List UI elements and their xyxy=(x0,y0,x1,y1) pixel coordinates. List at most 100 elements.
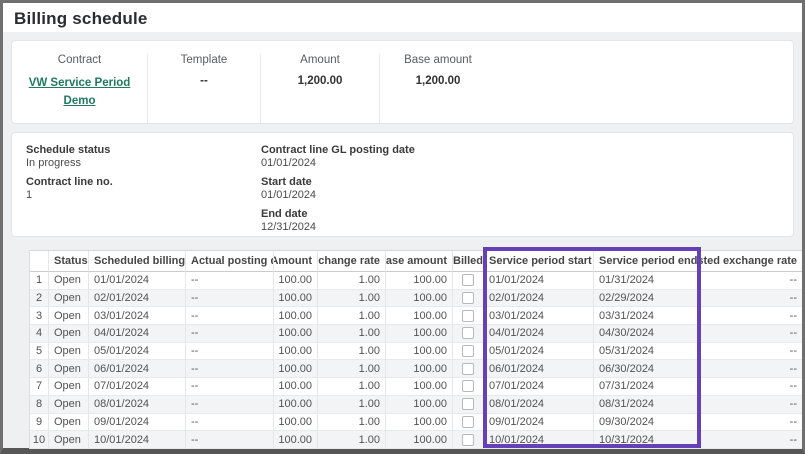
service-period-end-date-cell[interactable]: 01/31/2024 xyxy=(594,272,701,290)
status-cell[interactable]: Open xyxy=(49,431,89,449)
billed-checkbox[interactable] xyxy=(462,434,474,446)
amount-cell[interactable]: 100.00 xyxy=(274,360,318,378)
column-header-exchange-rate[interactable]: Exchange rate xyxy=(318,251,386,272)
row-number-cell[interactable]: 2 xyxy=(30,290,49,308)
status-cell[interactable]: Open xyxy=(49,272,89,290)
actual-posting-date-cell[interactable]: -- xyxy=(186,378,274,396)
base-amount-cell[interactable]: 100.00 xyxy=(386,325,453,343)
base-amount-cell[interactable]: 100.00 xyxy=(386,396,453,414)
actual-posting-date-cell[interactable]: -- xyxy=(186,396,274,414)
scheduled-billing-date-cell[interactable]: 10/01/2024 xyxy=(89,431,186,449)
amount-cell[interactable]: 100.00 xyxy=(274,343,318,361)
column-header-scheduled-billing-date[interactable]: Scheduled billing date xyxy=(89,251,186,272)
column-header-base-amount[interactable]: Base amount xyxy=(386,251,453,272)
status-cell[interactable]: Open xyxy=(49,290,89,308)
exchange-rate-cell[interactable]: 1.00 xyxy=(318,325,386,343)
posted-exchange-rate-cell[interactable]: -- xyxy=(701,360,802,378)
exchange-rate-cell[interactable]: 1.00 xyxy=(318,272,386,290)
base-amount-cell[interactable]: 100.00 xyxy=(386,307,453,325)
service-period-start-date-cell[interactable]: 10/01/2024 xyxy=(484,431,594,449)
billed-checkbox[interactable] xyxy=(462,416,474,428)
actual-posting-date-cell[interactable]: -- xyxy=(186,272,274,290)
row-number-cell[interactable]: 5 xyxy=(30,343,49,361)
exchange-rate-cell[interactable]: 1.00 xyxy=(318,307,386,325)
service-period-end-date-cell[interactable]: 09/30/2024 xyxy=(594,414,701,432)
scheduled-billing-date-cell[interactable]: 04/01/2024 xyxy=(89,325,186,343)
status-cell[interactable]: Open xyxy=(49,414,89,432)
status-cell[interactable]: Open xyxy=(49,343,89,361)
posted-exchange-rate-cell[interactable]: -- xyxy=(701,431,802,449)
base-amount-cell[interactable]: 100.00 xyxy=(386,414,453,432)
actual-posting-date-cell[interactable]: -- xyxy=(186,343,274,361)
base-amount-cell[interactable]: 100.00 xyxy=(386,343,453,361)
row-number-cell[interactable]: 10 xyxy=(30,431,49,449)
row-number-cell[interactable]: 1 xyxy=(30,272,49,290)
scheduled-billing-date-cell[interactable]: 09/01/2024 xyxy=(89,414,186,432)
scheduled-billing-date-cell[interactable]: 05/01/2024 xyxy=(89,343,186,361)
amount-cell[interactable]: 100.00 xyxy=(274,290,318,308)
scheduled-billing-date-cell[interactable]: 03/01/2024 xyxy=(89,307,186,325)
service-period-end-date-cell[interactable]: 02/29/2024 xyxy=(594,290,701,308)
amount-cell[interactable]: 100.00 xyxy=(274,307,318,325)
service-period-start-date-cell[interactable]: 06/01/2024 xyxy=(484,360,594,378)
status-cell[interactable]: Open xyxy=(49,325,89,343)
scheduled-billing-date-cell[interactable]: 01/01/2024 xyxy=(89,272,186,290)
exchange-rate-cell[interactable]: 1.00 xyxy=(318,414,386,432)
row-number-cell[interactable]: 6 xyxy=(30,360,49,378)
amount-cell[interactable]: 100.00 xyxy=(274,378,318,396)
base-amount-cell[interactable]: 100.00 xyxy=(386,290,453,308)
service-period-start-date-cell[interactable]: 02/01/2024 xyxy=(484,290,594,308)
scheduled-billing-date-cell[interactable]: 02/01/2024 xyxy=(89,290,186,308)
amount-cell[interactable]: 100.00 xyxy=(274,396,318,414)
scheduled-billing-date-cell[interactable]: 08/01/2024 xyxy=(89,396,186,414)
billed-checkbox[interactable] xyxy=(462,274,474,286)
row-number-cell[interactable]: 4 xyxy=(30,325,49,343)
base-amount-cell[interactable]: 100.00 xyxy=(386,378,453,396)
status-cell[interactable]: Open xyxy=(49,378,89,396)
base-amount-cell[interactable]: 100.00 xyxy=(386,360,453,378)
actual-posting-date-cell[interactable]: -- xyxy=(186,431,274,449)
column-header-billed[interactable]: Billed xyxy=(453,251,484,272)
row-number-cell[interactable]: 9 xyxy=(30,414,49,432)
status-cell[interactable]: Open xyxy=(49,307,89,325)
service-period-start-date-cell[interactable]: 01/01/2024 xyxy=(484,272,594,290)
service-period-start-date-cell[interactable]: 04/01/2024 xyxy=(484,325,594,343)
exchange-rate-cell[interactable]: 1.00 xyxy=(318,360,386,378)
service-period-start-date-cell[interactable]: 05/01/2024 xyxy=(484,343,594,361)
posted-exchange-rate-cell[interactable]: -- xyxy=(701,307,802,325)
base-amount-cell[interactable]: 100.00 xyxy=(386,431,453,449)
row-number-cell[interactable]: 7 xyxy=(30,378,49,396)
actual-posting-date-cell[interactable]: -- xyxy=(186,325,274,343)
base-amount-cell[interactable]: 100.00 xyxy=(386,272,453,290)
exchange-rate-cell[interactable]: 1.00 xyxy=(318,431,386,449)
service-period-end-date-cell[interactable]: 04/30/2024 xyxy=(594,325,701,343)
column-header-posted-exchange-rate[interactable]: Posted exchange rate xyxy=(701,251,802,272)
column-header-service-period-end-date[interactable]: Service period end date xyxy=(594,251,701,272)
service-period-end-date-cell[interactable]: 03/31/2024 xyxy=(594,307,701,325)
posted-exchange-rate-cell[interactable]: -- xyxy=(701,378,802,396)
posted-exchange-rate-cell[interactable]: -- xyxy=(701,325,802,343)
service-period-end-date-cell[interactable]: 08/31/2024 xyxy=(594,396,701,414)
billed-checkbox[interactable] xyxy=(462,380,474,392)
scheduled-billing-date-cell[interactable]: 07/01/2024 xyxy=(89,378,186,396)
amount-cell[interactable]: 100.00 xyxy=(274,414,318,432)
scheduled-billing-date-cell[interactable]: 06/01/2024 xyxy=(89,360,186,378)
service-period-end-date-cell[interactable]: 05/31/2024 xyxy=(594,343,701,361)
posted-exchange-rate-cell[interactable]: -- xyxy=(701,343,802,361)
posted-exchange-rate-cell[interactable]: -- xyxy=(701,272,802,290)
exchange-rate-cell[interactable]: 1.00 xyxy=(318,343,386,361)
actual-posting-date-cell[interactable]: -- xyxy=(186,307,274,325)
amount-cell[interactable]: 100.00 xyxy=(274,431,318,449)
actual-posting-date-cell[interactable]: -- xyxy=(186,360,274,378)
status-cell[interactable]: Open xyxy=(49,396,89,414)
billed-checkbox[interactable] xyxy=(462,345,474,357)
amount-cell[interactable]: 100.00 xyxy=(274,325,318,343)
exchange-rate-cell[interactable]: 1.00 xyxy=(318,290,386,308)
billed-checkbox[interactable] xyxy=(462,398,474,410)
column-header-amount[interactable]: Amount xyxy=(274,251,318,272)
actual-posting-date-cell[interactable]: -- xyxy=(186,414,274,432)
service-period-end-date-cell[interactable]: 10/31/2024 xyxy=(594,431,701,449)
billed-checkbox[interactable] xyxy=(462,292,474,304)
service-period-end-date-cell[interactable]: 07/31/2024 xyxy=(594,378,701,396)
service-period-end-date-cell[interactable]: 06/30/2024 xyxy=(594,360,701,378)
